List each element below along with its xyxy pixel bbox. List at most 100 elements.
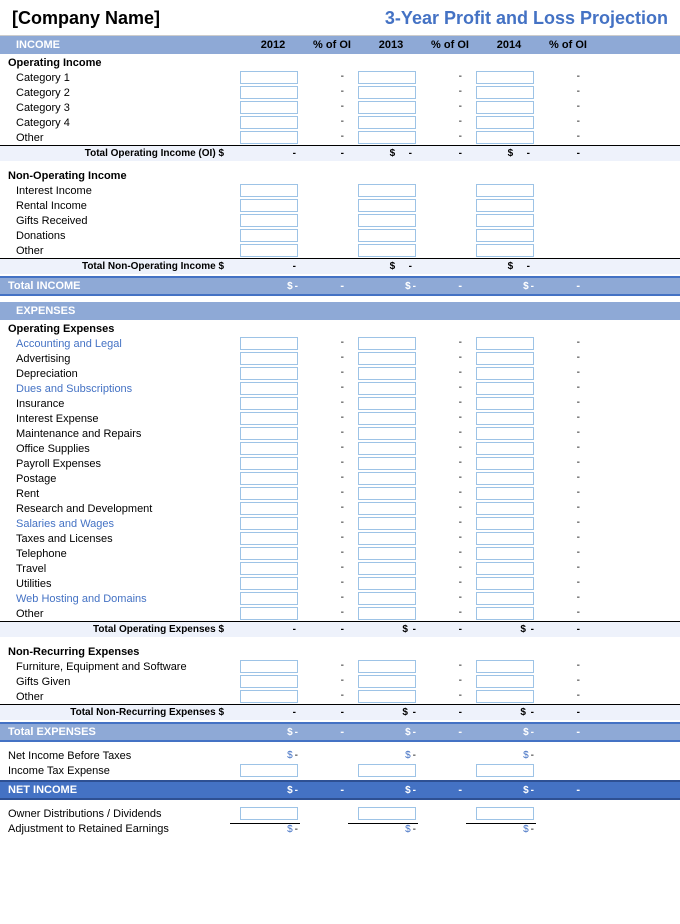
interest-exp-2014-input[interactable] [476, 412, 534, 425]
rental-income-2012-input[interactable] [240, 199, 298, 212]
depreciation-2013-input[interactable] [358, 367, 416, 380]
insurance-2012-input[interactable] [240, 397, 298, 410]
research-2013-input[interactable] [358, 502, 416, 515]
oi-other-2014-input[interactable] [476, 131, 534, 144]
salaries-2014-input[interactable] [476, 517, 534, 530]
dues-2014-input[interactable] [476, 382, 534, 395]
opex-other-2012-input[interactable] [240, 607, 298, 620]
cat3-2013-input[interactable] [358, 101, 416, 114]
rental-income-2014-input[interactable] [476, 199, 534, 212]
office-supplies-2013-input[interactable] [358, 442, 416, 455]
cat2-2014-input[interactable] [476, 86, 534, 99]
accounting-2013-input[interactable] [358, 337, 416, 350]
cat3-2012-input[interactable] [240, 101, 298, 114]
utilities-2014-input[interactable] [476, 577, 534, 590]
cat4-2014-input[interactable] [476, 116, 534, 129]
utilities-2013-input[interactable] [358, 577, 416, 590]
gifts-received-2014-input[interactable] [476, 214, 534, 227]
cat4-2012-input[interactable] [240, 116, 298, 129]
postage-2014-input[interactable] [476, 472, 534, 485]
cat2-2012-input[interactable] [240, 86, 298, 99]
office-supplies-2012-input[interactable] [240, 442, 298, 455]
cat2-2013-input[interactable] [358, 86, 416, 99]
nrex-other-2012-input[interactable] [240, 690, 298, 703]
office-supplies-2014-input[interactable] [476, 442, 534, 455]
insurance-2014-input[interactable] [476, 397, 534, 410]
income-tax-2013-input[interactable] [358, 764, 416, 777]
distributions-2014-input[interactable] [476, 807, 534, 820]
advertising-2012-input[interactable] [240, 352, 298, 365]
nrex-other-2013-input[interactable] [358, 690, 416, 703]
payroll-2013-input[interactable] [358, 457, 416, 470]
taxes-2014-input[interactable] [476, 532, 534, 545]
maintenance-2012-input[interactable] [240, 427, 298, 440]
maintenance-2013-input[interactable] [358, 427, 416, 440]
research-2012-input[interactable] [240, 502, 298, 515]
payroll-2012-input[interactable] [240, 457, 298, 470]
research-2014-input[interactable] [476, 502, 534, 515]
furniture-2014-input[interactable] [476, 660, 534, 673]
furniture-2013-input[interactable] [358, 660, 416, 673]
interest-income-2012-input[interactable] [240, 184, 298, 197]
interest-income-2013-input[interactable] [358, 184, 416, 197]
web-2014-input[interactable] [476, 592, 534, 605]
travel-2012-input[interactable] [240, 562, 298, 575]
cat1-2013-input[interactable] [358, 71, 416, 84]
noi-other-2014-input[interactable] [476, 244, 534, 257]
cat1-2014-input[interactable] [476, 71, 534, 84]
income-tax-2012-input[interactable] [240, 764, 298, 777]
web-2012-input[interactable] [240, 592, 298, 605]
taxes-2012-input[interactable] [240, 532, 298, 545]
gifts-received-2012-input[interactable] [240, 214, 298, 227]
dues-2013-input[interactable] [358, 382, 416, 395]
income-tax-2014-input[interactable] [476, 764, 534, 777]
rental-income-2013-input[interactable] [358, 199, 416, 212]
depreciation-2012-input[interactable] [240, 367, 298, 380]
noi-other-2012-input[interactable] [240, 244, 298, 257]
telephone-2013-input[interactable] [358, 547, 416, 560]
rent-2014-input[interactable] [476, 487, 534, 500]
telephone-2014-input[interactable] [476, 547, 534, 560]
rent-2012-input[interactable] [240, 487, 298, 500]
telephone-2012-input[interactable] [240, 547, 298, 560]
rent-2013-input[interactable] [358, 487, 416, 500]
postage-2013-input[interactable] [358, 472, 416, 485]
postage-2012-input[interactable] [240, 472, 298, 485]
depreciation-2014-input[interactable] [476, 367, 534, 380]
payroll-2014-input[interactable] [476, 457, 534, 470]
accounting-2012-input[interactable] [240, 337, 298, 350]
travel-2013-input[interactable] [358, 562, 416, 575]
salaries-2013-input[interactable] [358, 517, 416, 530]
donations-2014-input[interactable] [476, 229, 534, 242]
distributions-2013-input[interactable] [358, 807, 416, 820]
interest-exp-2012-input[interactable] [240, 412, 298, 425]
cat1-2012-input[interactable] [240, 71, 298, 84]
dues-2012-input[interactable] [240, 382, 298, 395]
accounting-2014-input[interactable] [476, 337, 534, 350]
advertising-2014-input[interactable] [476, 352, 534, 365]
salaries-2012-input[interactable] [240, 517, 298, 530]
cat3-2014-input[interactable] [476, 101, 534, 114]
interest-income-2014-input[interactable] [476, 184, 534, 197]
web-2013-input[interactable] [358, 592, 416, 605]
gifts-given-2013-input[interactable] [358, 675, 416, 688]
interest-exp-2013-input[interactable] [358, 412, 416, 425]
gifts-received-2013-input[interactable] [358, 214, 416, 227]
taxes-2013-input[interactable] [358, 532, 416, 545]
utilities-2012-input[interactable] [240, 577, 298, 590]
advertising-2013-input[interactable] [358, 352, 416, 365]
oi-other-2013-input[interactable] [358, 131, 416, 144]
nrex-other-2014-input[interactable] [476, 690, 534, 703]
furniture-2012-input[interactable] [240, 660, 298, 673]
opex-other-2014-input[interactable] [476, 607, 534, 620]
travel-2014-input[interactable] [476, 562, 534, 575]
oi-other-2012-input[interactable] [240, 131, 298, 144]
gifts-given-2014-input[interactable] [476, 675, 534, 688]
donations-2012-input[interactable] [240, 229, 298, 242]
maintenance-2014-input[interactable] [476, 427, 534, 440]
cat4-2013-input[interactable] [358, 116, 416, 129]
donations-2013-input[interactable] [358, 229, 416, 242]
opex-other-2013-input[interactable] [358, 607, 416, 620]
noi-other-2013-input[interactable] [358, 244, 416, 257]
insurance-2013-input[interactable] [358, 397, 416, 410]
